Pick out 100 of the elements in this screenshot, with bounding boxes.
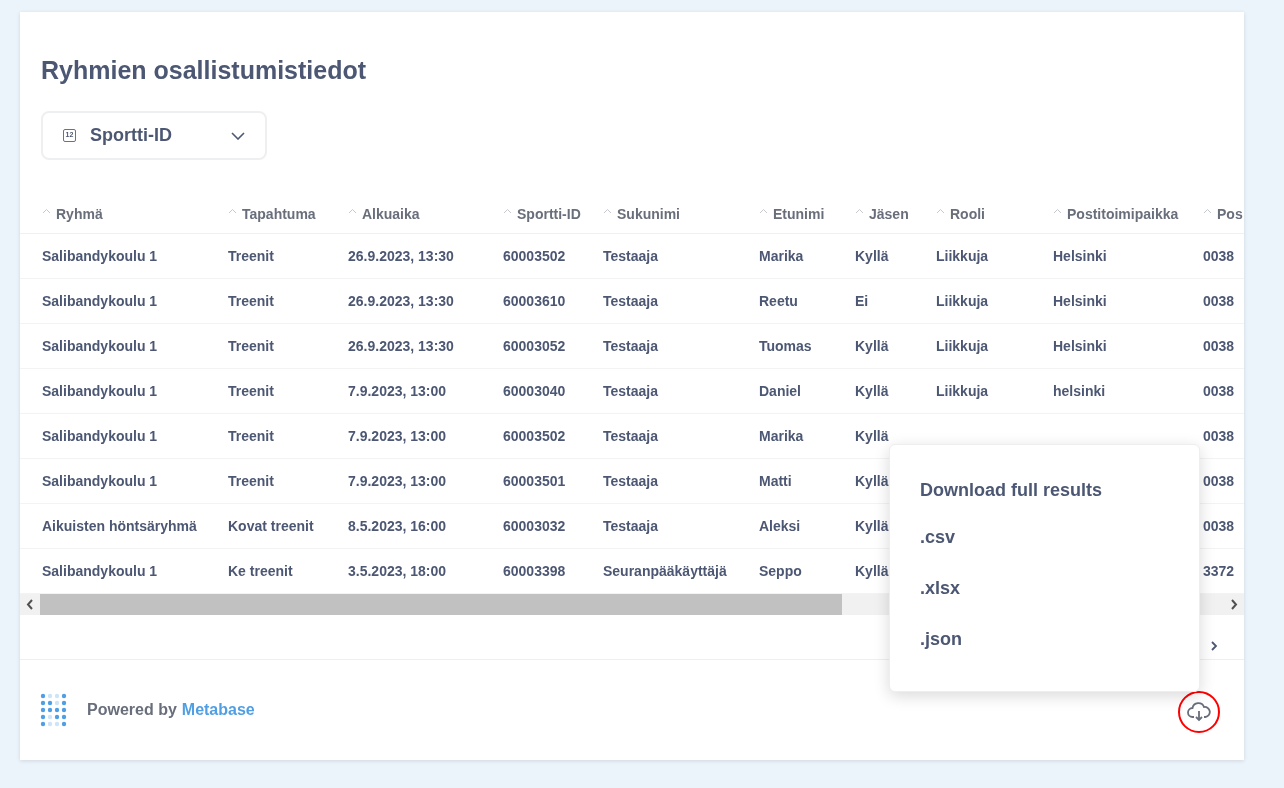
metabase-link[interactable]: Metabase — [181, 698, 255, 722]
sort-caret-icon — [228, 207, 237, 214]
sort-caret-icon — [503, 207, 512, 214]
sort-caret-icon — [603, 207, 612, 214]
table-cell: 26.9.2023, 13:30 — [348, 247, 454, 264]
table-cell: Testaaja — [603, 292, 658, 309]
table-cell: Treenit — [228, 427, 274, 444]
table-cell: 8.5.2023, 16:00 — [348, 517, 447, 534]
column-header[interactable]: Jäsen — [855, 204, 936, 225]
table-cell: 60003040 — [503, 382, 566, 399]
table-cell: Helsinki — [1053, 337, 1107, 354]
download-option[interactable]: .json — [920, 628, 962, 651]
table-cell: Kyllä — [855, 382, 889, 399]
column-header[interactable]: Sukunimi — [603, 204, 759, 225]
sort-caret-icon — [1203, 207, 1212, 214]
table-cell: Kyllä — [855, 472, 889, 489]
sort-caret-icon — [855, 207, 864, 214]
table-cell: Kyllä — [855, 337, 889, 354]
table-cell: 60003052 — [503, 337, 566, 354]
table-cell: 3372 — [1203, 562, 1235, 579]
table-cell: Treenit — [228, 337, 274, 354]
table-cell: Aikuisten höntsäryhmä — [42, 517, 197, 534]
table-cell: Ei — [855, 292, 869, 309]
table-cell: 0038 — [1203, 517, 1235, 534]
sort-caret-icon — [348, 207, 357, 214]
table-cell: Liikkuja — [936, 292, 989, 309]
table-cell: 3.5.2023, 18:00 — [348, 562, 447, 579]
table-cell: Treenit — [228, 472, 274, 489]
chevron-right-icon[interactable] — [1210, 640, 1218, 652]
table-cell: 0038 — [1203, 247, 1235, 264]
column-header[interactable]: Sportti-ID — [503, 204, 603, 225]
sort-caret-icon — [1053, 207, 1062, 214]
table-cell: Helsinki — [1053, 247, 1107, 264]
table-cell: 60003501 — [503, 472, 566, 489]
table-cell: Testaaja — [603, 517, 658, 534]
table-cell: 26.9.2023, 13:30 — [348, 292, 454, 309]
table-cell: 7.9.2023, 13:00 — [348, 427, 447, 444]
table-cell: Kyllä — [855, 427, 889, 444]
table-cell: 60003610 — [503, 292, 566, 309]
table-cell: 60003502 — [503, 427, 566, 444]
column-header[interactable]: Alkuaika — [348, 204, 503, 225]
powered-by-text: Powered by — [87, 700, 177, 720]
table-cell: Kyllä — [855, 517, 889, 534]
table-cell: 60003398 — [503, 562, 566, 579]
table-cell: 0038 — [1203, 427, 1235, 444]
column-header[interactable]: Postitoimipaikka — [1053, 204, 1203, 225]
table-cell: Seuranpääkäyttäjä — [603, 562, 727, 579]
table-cell: Marika — [759, 427, 804, 444]
table-cell: 0038 — [1203, 472, 1235, 489]
table-cell: Liikkuja — [936, 337, 989, 354]
table-cell: Testaaja — [603, 472, 658, 489]
column-header[interactable]: Pos — [1203, 204, 1244, 225]
table-cell: Liikkuja — [936, 382, 989, 399]
download-option[interactable]: .csv — [920, 526, 956, 549]
cloud-download-icon[interactable] — [1187, 702, 1211, 722]
table-cell: Aleksi — [759, 517, 801, 534]
sort-caret-icon — [759, 207, 768, 214]
logo-icon — [40, 693, 68, 727]
sort-caret-icon — [936, 207, 945, 214]
chevron-down-icon — [231, 131, 245, 140]
table-cell: 7.9.2023, 13:00 — [348, 472, 447, 489]
table-cell: 0038 — [1203, 382, 1235, 399]
sort-caret-icon — [42, 207, 51, 214]
download-option[interactable]: .xlsx — [920, 577, 961, 600]
table-cell: helsinki — [1053, 382, 1106, 399]
table-cell: Testaaja — [603, 337, 658, 354]
table-cell: Kyllä — [855, 247, 889, 264]
table-cell: Testaaja — [603, 247, 658, 264]
table-cell: Treenit — [228, 382, 274, 399]
table-cell: Treenit — [228, 292, 274, 309]
table-cell: Liikkuja — [936, 247, 989, 264]
menu-title: Download full results — [920, 479, 1102, 502]
table-cell: Testaaja — [603, 382, 658, 399]
column-header[interactable]: Rooli — [936, 204, 1053, 225]
table-cell: 26.9.2023, 13:30 — [348, 337, 454, 354]
table-cell: Tuomas — [759, 337, 812, 354]
table-cell: Matti — [759, 472, 792, 489]
table-cell: Ke treenit — [228, 562, 293, 579]
table-cell: Kyllä — [855, 562, 889, 579]
table-cell: Daniel — [759, 382, 801, 399]
table-cell: Testaaja — [603, 427, 658, 444]
table-cell: Salibandykoulu 1 — [42, 337, 158, 354]
table-cell: Salibandykoulu 1 — [42, 382, 158, 399]
table-cell: 0038 — [1203, 292, 1235, 309]
table-cell: Salibandykoulu 1 — [42, 562, 158, 579]
column-header[interactable]: Ryhmä — [42, 204, 228, 225]
table-cell: 0038 — [1203, 337, 1235, 354]
table-cell: Salibandykoulu 1 — [42, 247, 158, 264]
table-cell: Helsinki — [1053, 292, 1107, 309]
table-cell: Salibandykoulu 1 — [42, 472, 158, 489]
table-cell: Salibandykoulu 1 — [42, 427, 158, 444]
table-cell: 7.9.2023, 13:00 — [348, 382, 447, 399]
column-header[interactable]: Etunimi — [759, 204, 855, 225]
table-cell: Kovat treenit — [228, 517, 314, 534]
column-header[interactable]: Tapahtuma — [228, 204, 348, 225]
table-cell: Marika — [759, 247, 804, 264]
table-cell: 60003502 — [503, 247, 566, 264]
card-title: Ryhmien osallistumistiedot — [41, 56, 367, 84]
table-cell: Seppo — [759, 562, 802, 579]
table-cell: Salibandykoulu 1 — [42, 292, 158, 309]
